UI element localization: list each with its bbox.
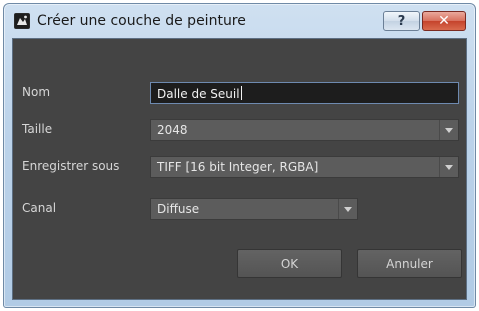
help-button[interactable]: ? bbox=[383, 11, 420, 31]
name-label: Nom bbox=[22, 85, 51, 99]
size-select-value: 2048 bbox=[157, 123, 188, 137]
dialog-body: Nom Dalle de Seuil Taille 2048 Enregistr… bbox=[12, 38, 467, 300]
chevron-down-icon[interactable] bbox=[439, 157, 458, 177]
chevron-down-icon[interactable] bbox=[338, 199, 357, 219]
name-input-value: Dalle de Seuil bbox=[157, 87, 240, 101]
size-select[interactable]: 2048 bbox=[150, 119, 459, 141]
save-as-select-value: TIFF [16 bit Integer, RGBA] bbox=[157, 160, 319, 174]
ok-button[interactable]: OK bbox=[237, 249, 342, 278]
paint-layer-icon bbox=[14, 13, 30, 29]
save-as-row: Enregistrer sous TIFF [16 bit Integer, R… bbox=[13, 156, 466, 178]
name-input[interactable]: Dalle de Seuil bbox=[150, 82, 459, 104]
text-caret bbox=[240, 86, 242, 100]
size-row: Taille 2048 bbox=[13, 119, 466, 141]
save-as-select[interactable]: TIFF [16 bit Integer, RGBA] bbox=[150, 156, 459, 178]
channel-row: Canal Diffuse bbox=[13, 198, 466, 220]
close-icon: ✕ bbox=[438, 13, 450, 29]
window-title: Créer une couche de peinture bbox=[37, 13, 246, 29]
help-icon: ? bbox=[397, 13, 406, 29]
name-row: Nom Dalle de Seuil bbox=[13, 82, 466, 104]
title-bar[interactable]: Créer une couche de peinture ? ✕ bbox=[4, 4, 475, 38]
chevron-down-icon[interactable] bbox=[439, 120, 458, 140]
close-button[interactable]: ✕ bbox=[422, 11, 466, 31]
channel-select-value: Diffuse bbox=[157, 202, 200, 216]
size-label: Taille bbox=[22, 122, 53, 136]
cancel-button[interactable]: Annuler bbox=[357, 249, 462, 278]
dialog-window: Créer une couche de peinture ? ✕ Nom Dal… bbox=[3, 3, 476, 308]
channel-select[interactable]: Diffuse bbox=[150, 198, 358, 220]
save-as-label: Enregistrer sous bbox=[22, 159, 120, 173]
channel-label: Canal bbox=[22, 201, 57, 215]
